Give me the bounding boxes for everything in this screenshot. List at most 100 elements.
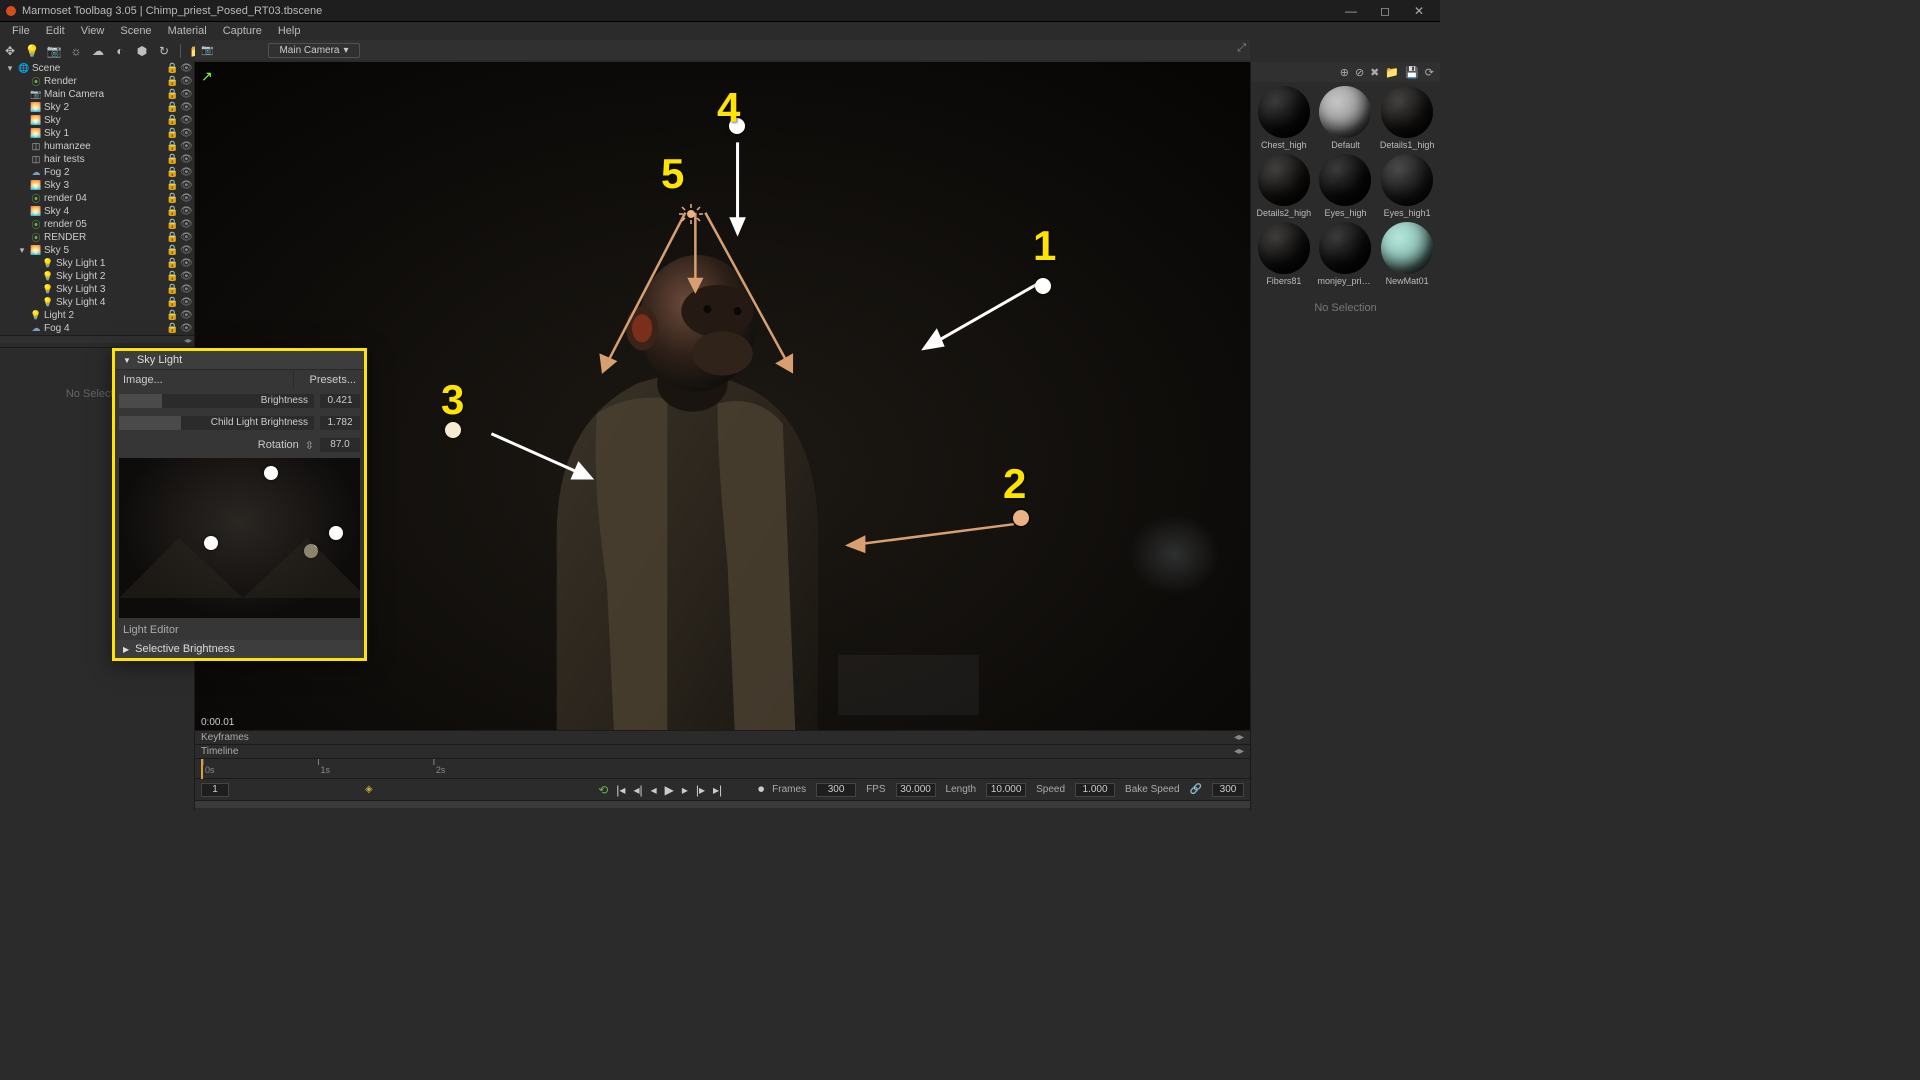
expand-icon[interactable]: ▾ <box>16 245 28 257</box>
lock-icon[interactable]: 🔒 <box>166 232 178 243</box>
expand-icon[interactable] <box>16 141 28 153</box>
eye-icon[interactable]: 👁 <box>180 154 192 165</box>
material-thumb[interactable]: Details1_high <box>1378 86 1436 150</box>
eye-icon[interactable]: 👁 <box>180 297 192 308</box>
length-input[interactable] <box>986 783 1026 797</box>
menu-scene[interactable]: Scene <box>112 25 159 37</box>
lock-icon[interactable]: 🔒 <box>166 310 178 321</box>
brightness-slider[interactable]: Brightness <box>119 394 314 408</box>
next-key-icon[interactable]: |▸ <box>696 783 705 797</box>
presets-button[interactable]: Presets... <box>294 370 364 390</box>
lock-icon[interactable]: 🔒 <box>166 115 178 126</box>
prev-key-icon[interactable]: ◂| <box>633 783 642 797</box>
eye-icon[interactable]: 👁 <box>180 180 192 191</box>
tool-sky-icon[interactable]: ☼ <box>68 43 84 59</box>
lock-icon[interactable]: 🔒 <box>166 76 178 87</box>
tree-item[interactable]: 💡Sky Light 3🔒👁 <box>0 283 194 296</box>
material-thumb[interactable]: Details2_high <box>1255 154 1313 218</box>
lock-icon[interactable]: 🔒 <box>166 167 178 178</box>
light-marker-2[interactable] <box>1013 510 1029 526</box>
menu-capture[interactable]: Capture <box>215 25 270 37</box>
tree-item[interactable]: ◫humanzee🔒👁 <box>0 140 194 153</box>
lock-icon[interactable]: 🔒 <box>166 206 178 217</box>
maximize-button[interactable]: ◻ <box>1368 0 1402 22</box>
eye-icon[interactable]: 👁 <box>180 193 192 204</box>
tree-item[interactable]: ◫hair tests🔒👁 <box>0 153 194 166</box>
expand-icon[interactable] <box>16 128 28 140</box>
play-icon[interactable]: ▶ <box>665 783 674 797</box>
material-thumb[interactable]: NewMat01 <box>1378 222 1436 286</box>
expand-icon[interactable] <box>16 232 28 244</box>
expand-icon[interactable] <box>28 284 40 296</box>
expand-icon[interactable]: ▾ <box>4 63 16 75</box>
tree-item[interactable]: ☁Fog 2🔒👁 <box>0 166 194 179</box>
panel-collapse-icon[interactable]: ◂▸ <box>184 336 192 343</box>
tree-item[interactable]: 💡Sky Light 4🔒👁 <box>0 296 194 309</box>
expand-icon[interactable] <box>16 115 28 127</box>
timeline-collapse-icon[interactable]: ◂▸ <box>1234 746 1244 757</box>
expand-icon[interactable] <box>28 271 40 283</box>
mat-folder-icon[interactable]: 📁 <box>1385 66 1399 79</box>
eye-icon[interactable]: 👁 <box>180 219 192 230</box>
lock-icon[interactable]: 🔒 <box>166 271 178 282</box>
rotation-value[interactable]: 87.0 <box>320 438 360 452</box>
light-marker-3[interactable] <box>445 422 461 438</box>
loop-icon[interactable]: ⟲ <box>598 783 608 797</box>
expand-icon[interactable] <box>16 219 28 231</box>
light-marker-5[interactable] <box>679 204 703 231</box>
eye-icon[interactable]: 👁 <box>180 167 192 178</box>
end-frame-input[interactable] <box>1212 783 1244 797</box>
expand-icon[interactable] <box>16 180 28 192</box>
menu-file[interactable]: File <box>4 25 38 37</box>
mat-save-icon[interactable]: 💾 <box>1405 66 1419 79</box>
last-frame-icon[interactable]: ▸| <box>713 783 722 797</box>
light-marker-1[interactable] <box>1035 278 1051 294</box>
lock-icon[interactable]: 🔒 <box>166 284 178 295</box>
lock-icon[interactable]: 🔒 <box>166 258 178 269</box>
selective-brightness-header[interactable]: ▶Selective Brightness <box>115 640 364 658</box>
tree-item[interactable]: 🌅Sky 4🔒👁 <box>0 205 194 218</box>
tool-pointer-icon[interactable]: ✥ <box>2 43 18 59</box>
timeline-ruler[interactable]: 0s1s2s3s4s5s6s7s8s9s <box>195 759 495 909</box>
expand-icon[interactable] <box>16 76 28 88</box>
tree-item[interactable]: 💡Light 2🔒👁 <box>0 309 194 322</box>
tree-item[interactable]: ▾🌐Scene🔒👁 <box>0 62 194 75</box>
lock-icon[interactable]: 🔒 <box>166 245 178 256</box>
eye-icon[interactable]: 👁 <box>180 76 192 87</box>
lock-icon[interactable]: 🔒 <box>166 141 178 152</box>
tree-item[interactable]: ☁Fog 4🔒👁 <box>0 322 194 335</box>
tree-item[interactable]: ⦿Render🔒👁 <box>0 75 194 88</box>
expand-icon[interactable] <box>16 193 28 205</box>
expand-icon[interactable] <box>16 206 28 218</box>
eye-icon[interactable]: 👁 <box>180 258 192 269</box>
tree-item[interactable]: ⦿render 04🔒👁 <box>0 192 194 205</box>
menu-help[interactable]: Help <box>270 25 309 37</box>
mat-add-icon[interactable]: ⊕ <box>1340 66 1349 79</box>
lock-icon[interactable]: 🔒 <box>166 102 178 113</box>
expand-icon[interactable] <box>28 297 40 309</box>
tree-item[interactable]: 🌅Sky🔒👁 <box>0 114 194 127</box>
material-thumb[interactable]: monjey_prie... <box>1317 222 1375 286</box>
child-brightness-slider[interactable]: Child Light Brightness <box>119 416 314 430</box>
expand-icon[interactable] <box>16 102 28 114</box>
eye-icon[interactable]: 👁 <box>180 141 192 152</box>
step-fwd-icon[interactable]: ▸ <box>682 783 688 797</box>
menu-material[interactable]: Material <box>160 25 215 37</box>
lock-icon[interactable]: 🔒 <box>166 89 178 100</box>
material-thumb[interactable]: Chest_high <box>1255 86 1313 150</box>
viewport-expand-icon[interactable]: ⤢ <box>1237 42 1246 55</box>
step-back-icon[interactable]: ◂ <box>651 783 657 797</box>
tree-item[interactable]: 💡Sky Light 2🔒👁 <box>0 270 194 283</box>
tool-turntable-icon[interactable]: ↻ <box>156 43 172 59</box>
record-icon[interactable]: ⏺ <box>758 782 764 797</box>
camera-dropdown[interactable]: Main Camera ▾ <box>268 43 359 58</box>
tool-camera-icon[interactable]: 📷 <box>46 43 62 59</box>
lock-icon[interactable]: 🔒 <box>166 193 178 204</box>
lock-icon[interactable]: 🔒 <box>166 323 178 334</box>
eye-icon[interactable]: 👁 <box>180 102 192 113</box>
tree-item[interactable]: ⦿RENDER🔒👁 <box>0 231 194 244</box>
mat-del-icon[interactable]: ✖ <box>1370 66 1379 79</box>
expand-icon[interactable] <box>16 310 28 322</box>
rotation-stepper-icon[interactable]: ⇳ <box>305 439 314 452</box>
menu-edit[interactable]: Edit <box>38 25 73 37</box>
